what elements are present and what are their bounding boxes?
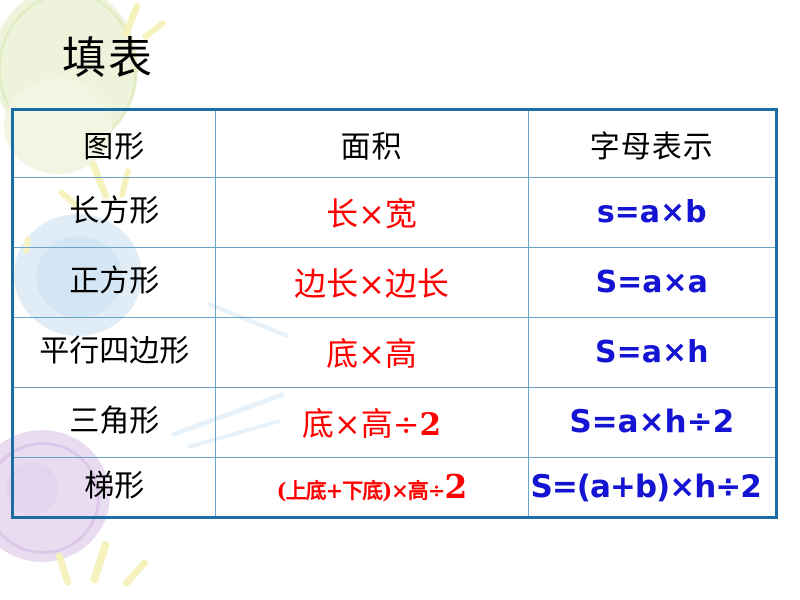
table-row: 梯形 (上底+下底)×高÷2 S=(a+b)×h÷2: [14, 456, 775, 516]
slide-canvas: 填表 图形 面积 字母表示 长方形 长×宽 s=a×b 正方形 边长×边长 S=…: [0, 0, 800, 600]
letter-formula-trapezoid-cell: S=(a+b)×h÷2: [527, 456, 775, 516]
area-formula-triangle: 底×高÷2: [214, 386, 529, 458]
table-header-row: 图形 面积 字母表示: [14, 111, 775, 178]
area-formula-rectangle: 长×宽: [214, 176, 529, 248]
letter-formula-triangle: S=a×h÷2: [527, 386, 775, 458]
letter-formula-rectangle: s=a×b: [527, 176, 775, 248]
shape-name-square: 正方形: [14, 246, 216, 318]
table-row: 正方形 边长×边长 S=a×a: [14, 246, 775, 318]
table-row: 三角形 底×高÷2 S=a×h÷2: [14, 386, 775, 458]
area-formula-square: 边长×边长: [214, 246, 529, 318]
formula-table: 图形 面积 字母表示 长方形 长×宽 s=a×b 正方形 边长×边长 S=a×a…: [11, 108, 778, 519]
yellow-ray-decoration: [89, 539, 111, 585]
letter-formula-square: S=a×a: [527, 246, 775, 318]
column-header-letter: 字母表示: [527, 111, 775, 178]
yellow-ray-decoration: [54, 551, 73, 587]
slide-title: 填表: [62, 33, 154, 84]
area-formula-trapezoid-divisor: 2: [444, 467, 467, 507]
letter-formula-trapezoid: S=(a+b)×h÷2: [530, 468, 762, 505]
yellow-ray-decoration: [121, 558, 150, 588]
area-formula-triangle-main: 底×高÷: [301, 405, 420, 444]
letter-formula-parallelogram: S=a×h: [527, 316, 775, 388]
column-header-area: 面积: [214, 111, 529, 178]
area-formula-trapezoid-main: (上底+下底)×高÷: [276, 478, 446, 504]
table-row: 长方形 长×宽 s=a×b: [14, 176, 775, 248]
shape-name-trapezoid: 梯形: [14, 456, 216, 516]
area-formula-trapezoid: (上底+下底)×高÷2: [214, 456, 529, 516]
table-row: 平行四边形 底×高 S=a×h: [14, 316, 775, 388]
shape-name-rectangle: 长方形: [14, 176, 216, 248]
column-header-shape: 图形: [14, 111, 216, 178]
area-formula-parallelogram: 底×高: [214, 316, 529, 388]
shape-name-parallelogram: 平行四边形: [14, 316, 216, 388]
formula-table-grid: 图形 面积 字母表示 长方形 长×宽 s=a×b 正方形 边长×边长 S=a×a…: [14, 111, 775, 516]
area-formula-triangle-divisor: 2: [419, 407, 442, 444]
shape-name-triangle: 三角形: [14, 386, 216, 458]
